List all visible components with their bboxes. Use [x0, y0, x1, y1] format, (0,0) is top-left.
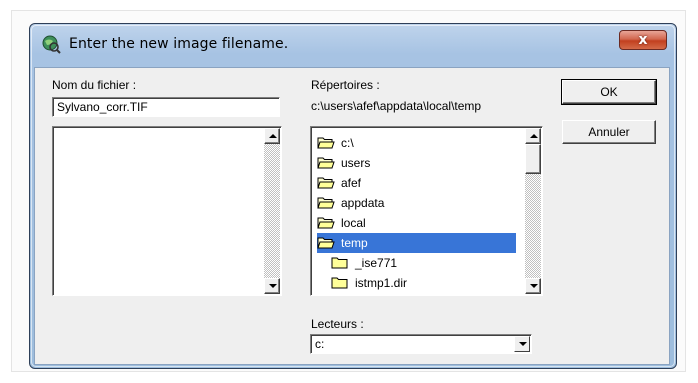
open-folder-icon: [317, 137, 335, 149]
open-folder-icon: [317, 197, 335, 209]
open-folder-icon: [317, 157, 335, 169]
filename-field[interactable]: Sylvano_corr.TIF: [52, 97, 280, 117]
drive-dropdown-button[interactable]: [514, 336, 530, 352]
close-icon: x: [638, 32, 648, 48]
directory-item[interactable]: c:\: [317, 133, 517, 153]
arrow-up-icon: [530, 134, 538, 138]
drives-label: Lecteurs :: [311, 317, 364, 331]
arrow-down-icon: [269, 284, 277, 288]
directory-item[interactable]: appdata: [317, 193, 517, 213]
directories-label: Répertoires :: [311, 78, 380, 92]
arrow-down-icon: [530, 284, 538, 288]
directory-item[interactable]: users: [317, 153, 517, 173]
directory-item-label: _ise771: [355, 256, 398, 270]
directory-item[interactable]: afef: [317, 173, 517, 193]
directory-item[interactable]: istmp1.dir: [331, 273, 531, 293]
files-scroll-down-button[interactable]: [264, 278, 280, 294]
dirs-scroll-down-button[interactable]: [525, 278, 541, 294]
directories-list[interactable]: c:\ users afef appdata local temp _ise77…: [310, 126, 543, 296]
files-list[interactable]: [52, 126, 282, 296]
directory-item-label: afef: [341, 176, 362, 190]
current-directory-path: c:\users\afef\appdata\local\temp: [311, 99, 482, 113]
directory-item[interactable]: local: [317, 213, 517, 233]
cancel-button[interactable]: Annuler: [562, 120, 656, 144]
directory-item-selected[interactable]: temp: [317, 233, 516, 253]
drive-select-value: c:: [315, 337, 325, 351]
directory-item-label: local: [341, 216, 366, 230]
directory-item-label: c:\: [341, 136, 354, 150]
ok-button[interactable]: OK: [561, 79, 657, 105]
directory-item-label: temp: [341, 236, 368, 250]
close-button[interactable]: x: [619, 30, 667, 50]
app-globe-icon: [42, 35, 61, 54]
dialog-title: Enter the new image filename.: [69, 36, 289, 52]
drive-select[interactable]: c:: [310, 334, 532, 354]
dirs-scroll-thumb[interactable]: [525, 144, 541, 174]
directory-item-label: istmp1.dir: [355, 276, 408, 290]
closed-folder-icon: [331, 257, 348, 269]
open-folder-icon: [317, 217, 335, 229]
directory-item-label: appdata: [341, 196, 385, 210]
filename-label: Nom du fichier :: [52, 78, 137, 92]
chevron-down-icon: [519, 342, 527, 346]
directories-scrollbar[interactable]: [525, 128, 541, 294]
files-scrollbar[interactable]: [264, 128, 280, 294]
dirs-scroll-up-button[interactable]: [525, 128, 541, 144]
closed-folder-icon: [331, 277, 348, 289]
directory-item[interactable]: _ise771: [331, 253, 531, 273]
open-folder-icon: [317, 237, 335, 249]
files-scroll-up-button[interactable]: [264, 128, 280, 144]
directory-item-label: users: [341, 156, 371, 170]
arrow-up-icon: [269, 134, 277, 138]
open-folder-icon: [317, 177, 335, 189]
